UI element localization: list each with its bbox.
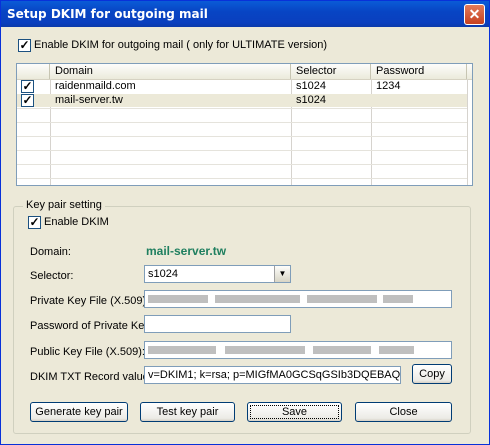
generate-key-pair-button[interactable]: Generate key pair (30, 402, 128, 422)
domain-list-header: Domain Selector Password (17, 64, 472, 80)
chevron-down-icon[interactable]: ▼ (274, 266, 290, 282)
check-icon: ✓ (29, 215, 40, 229)
row-selector: s1024 (296, 80, 326, 92)
close-icon: ✕ (468, 6, 481, 22)
domain-list[interactable]: Domain Selector Password ✓ raidenmaild.c… (16, 63, 473, 186)
redacted-text (215, 295, 300, 303)
enable-outgoing-label: Enable DKIM for outgoing mail ( only for… (34, 39, 328, 51)
domain-label: Domain: (30, 246, 71, 258)
row-selector: s1024 (296, 94, 326, 106)
table-row-selected[interactable]: ✓ mail-server.tw s1024 (17, 93, 467, 107)
redacted-text (313, 346, 371, 354)
key-pair-group-label: Key pair setting (23, 199, 105, 211)
public-key-input[interactable] (144, 341, 452, 359)
redacted-text (379, 346, 414, 354)
row-divider (17, 108, 467, 109)
redacted-text (225, 346, 305, 354)
row-divider (17, 164, 467, 165)
private-key-input[interactable] (144, 290, 452, 308)
test-key-pair-button[interactable]: Test key pair (140, 402, 235, 422)
column-header-password[interactable]: Password (371, 64, 467, 79)
row-domain: mail-server.tw (55, 94, 123, 106)
window-close-button[interactable]: ✕ (464, 4, 485, 25)
check-icon: ✓ (19, 38, 30, 52)
enable-dkim-label: Enable DKIM (44, 216, 109, 228)
txt-record-input[interactable]: v=DKIM1; k=rsa; p=MIGfMA0GCSqGSIb3DQEBAQ… (144, 366, 401, 384)
close-button[interactable]: Close (355, 402, 452, 422)
public-key-label: Public Key File (X.509): (30, 346, 145, 358)
save-button[interactable]: Save (247, 402, 342, 422)
column-header-check[interactable] (17, 64, 50, 79)
private-key-label: Private Key File (X.509): (30, 295, 150, 307)
column-divider (467, 79, 468, 185)
selector-combobox[interactable]: s1024 ▼ (144, 265, 291, 283)
row-divider (17, 150, 467, 151)
domain-value: mail-server.tw (146, 244, 227, 258)
check-icon: ✓ (22, 93, 33, 107)
row-password: 1234 (376, 80, 401, 92)
window-title: Setup DKIM for outgoing mail (7, 7, 208, 21)
enable-dkim-checkbox[interactable]: ✓ (28, 215, 41, 229)
password-label: Password of Private Key: (30, 320, 153, 332)
redacted-text (383, 295, 413, 303)
row-divider (17, 178, 467, 179)
enable-outgoing-checkbox[interactable]: ✓ (18, 38, 31, 52)
copy-button[interactable]: Copy (412, 364, 452, 384)
txt-record-label: DKIM TXT Record value: (30, 371, 152, 383)
selector-value: s1024 (148, 268, 178, 280)
table-row[interactable]: ✓ raidenmaild.com s1024 1234 (17, 79, 467, 93)
dkim-dialog: Setup DKIM for outgoing mail ✕ ✓ Enable … (0, 0, 490, 445)
row-divider (17, 122, 467, 123)
password-input[interactable] (144, 315, 291, 333)
column-header-selector[interactable]: Selector (291, 64, 371, 79)
row-divider (17, 136, 467, 137)
txt-record-value: v=DKIM1; k=rsa; p=MIGfMA0GCSqGSIb3DQEBAQ… (148, 369, 401, 381)
selector-label: Selector: (30, 270, 74, 282)
redacted-text (148, 295, 208, 303)
row-domain: raidenmaild.com (55, 80, 136, 92)
redacted-text (148, 346, 216, 354)
row-checkbox[interactable]: ✓ (21, 93, 34, 107)
redacted-text (307, 295, 377, 303)
column-header-domain[interactable]: Domain (50, 64, 291, 79)
title-bar[interactable]: Setup DKIM for outgoing mail ✕ (1, 1, 489, 27)
